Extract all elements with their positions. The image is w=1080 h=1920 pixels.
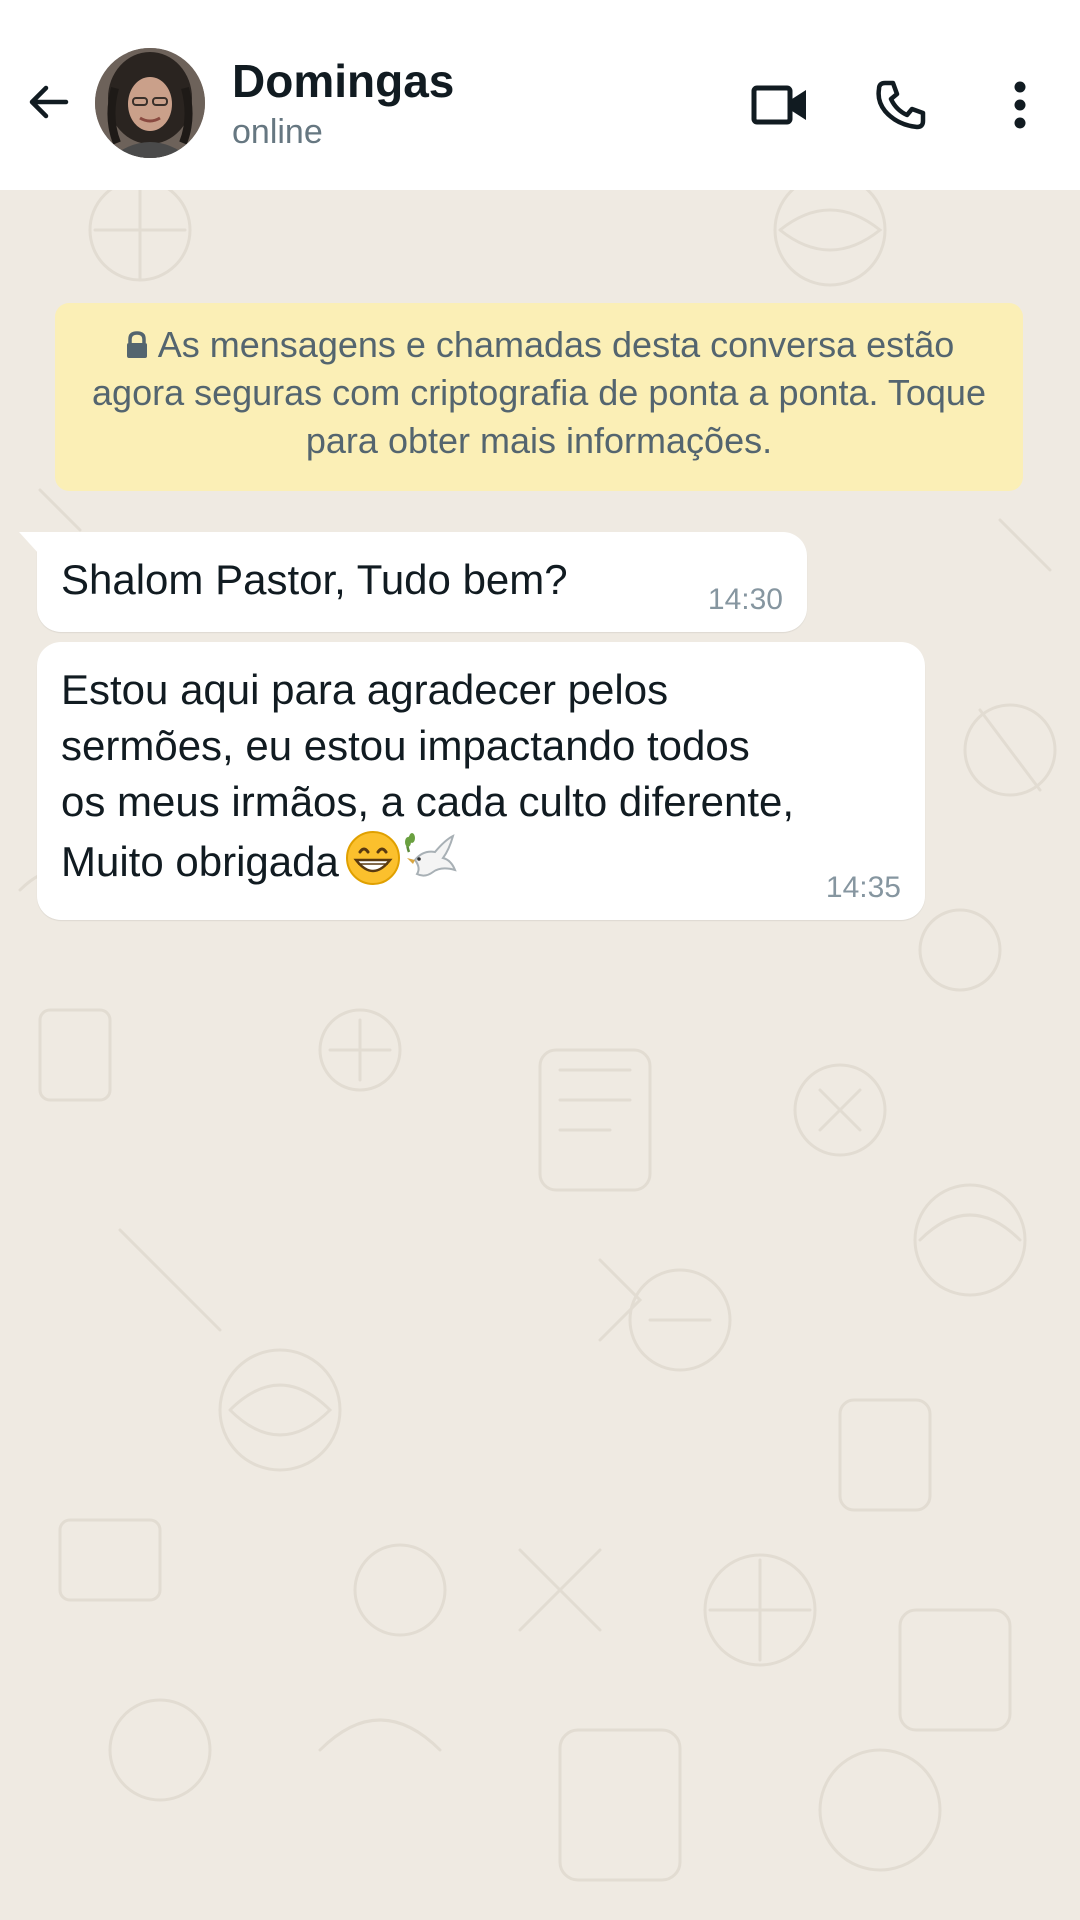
contact-info[interactable]: Domingas online [232, 52, 454, 154]
more-vertical-icon [1014, 81, 1026, 129]
phone-icon [876, 80, 926, 130]
message-bubble[interactable]: Shalom Pastor, Tudo bem? 14:30 [19, 532, 807, 632]
encryption-notice[interactable]: As mensagens e chamadas desta conversa e… [55, 303, 1023, 491]
back-button[interactable] [18, 72, 78, 132]
message-bubble[interactable]: Estou aqui para agradecer pelos sermões,… [37, 642, 925, 920]
dove-emoji [404, 833, 457, 877]
video-call-icon [751, 85, 806, 125]
video-call-button[interactable] [745, 70, 815, 140]
grinning-face-emoji [345, 831, 400, 885]
voice-call-button[interactable] [866, 70, 936, 140]
bubble-tail [19, 532, 39, 554]
avatar-image [95, 48, 205, 158]
chat-header: Domingas online [0, 0, 1080, 190]
arrow-left-icon [29, 85, 69, 119]
more-options-button[interactable] [985, 70, 1055, 140]
message-time: 14:30 [707, 583, 783, 616]
message-text: Shalom Pastor, Tudo bem? [61, 556, 568, 603]
message-text: Estou aqui para agradecer pelos sermões,… [61, 662, 901, 890]
message-time: 14:35 [825, 871, 901, 904]
contact-status: online [232, 113, 323, 151]
lock-icon [126, 331, 147, 358]
chat-area[interactable]: As mensagens e chamadas desta conversa e… [0, 190, 1080, 1920]
avatar[interactable] [95, 48, 205, 158]
encryption-notice-text: As mensagens e chamadas desta conversa e… [92, 324, 986, 461]
contact-name: Domingas [232, 55, 455, 107]
